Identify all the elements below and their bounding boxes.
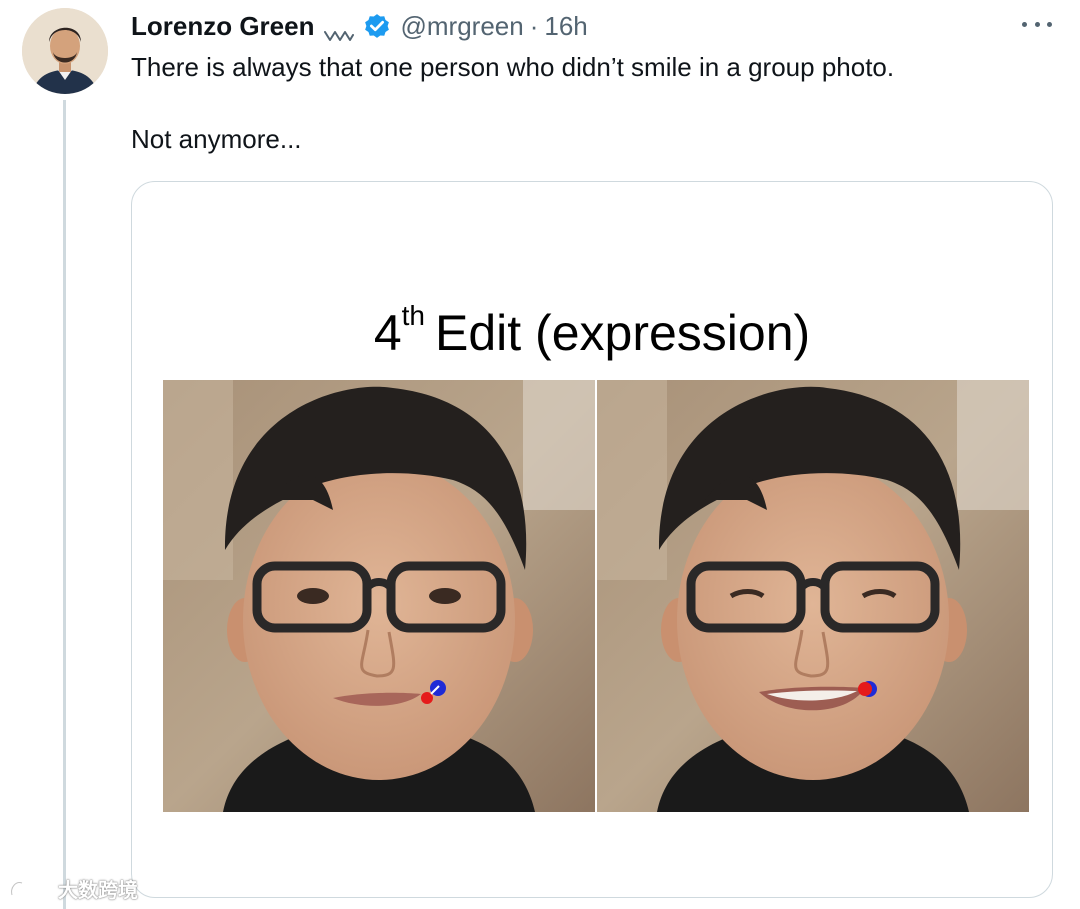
author-handle[interactable]: @mrgreen bbox=[400, 11, 523, 42]
wave-icon bbox=[324, 19, 355, 41]
after-edit-photo bbox=[597, 380, 1029, 812]
more-dot bbox=[1034, 21, 1040, 27]
tweet-header: Lorenzo Green @mrgreen · 16h bbox=[131, 8, 588, 44]
tweet-text-line-2: Not anymore... bbox=[131, 124, 302, 154]
tweet-text-line-1: There is always that one person who didn… bbox=[131, 52, 895, 82]
watermark-text: 大数跨境 bbox=[58, 880, 138, 902]
slide-title-suffix: th bbox=[401, 300, 425, 331]
separator-dot: · bbox=[529, 10, 539, 41]
slide-title-number: 4 bbox=[373, 305, 402, 361]
verified-badge-icon bbox=[362, 11, 392, 41]
avatar[interactable] bbox=[22, 8, 108, 94]
watermark: 大数跨境 bbox=[8, 874, 138, 903]
more-options-icon[interactable] bbox=[1022, 14, 1052, 34]
thread-connector-line bbox=[63, 100, 66, 909]
watermark-logo-icon bbox=[8, 877, 52, 901]
more-dot bbox=[1047, 21, 1052, 27]
slide-title-text: Edit (expression) bbox=[435, 305, 811, 361]
tweet-timestamp[interactable]: 16h bbox=[544, 11, 587, 42]
author-display-name[interactable]: Lorenzo Green bbox=[131, 11, 314, 42]
tweet-media-card[interactable]: 4th Edit (expression) bbox=[131, 181, 1053, 898]
before-edit-photo bbox=[163, 380, 595, 812]
more-dot bbox=[1022, 21, 1027, 27]
slide-title: 4th Edit (expression) bbox=[132, 300, 1052, 362]
